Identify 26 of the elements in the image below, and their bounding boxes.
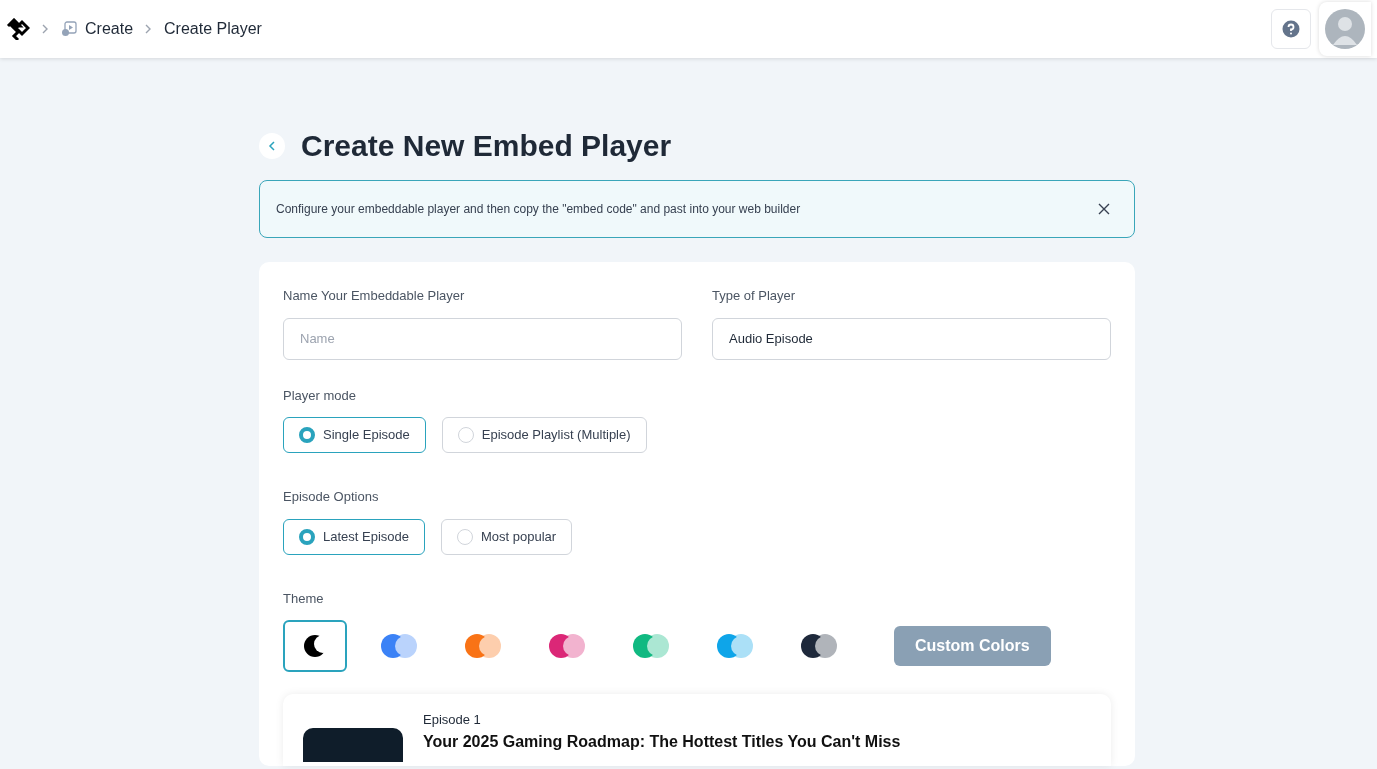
field-label: Episode Options	[283, 488, 380, 506]
radio-option[interactable]: Latest Episode	[283, 518, 425, 555]
breadcrumb-link[interactable]: Create	[85, 17, 134, 41]
radio-option[interactable]: Most popular	[441, 518, 573, 555]
theme-swatch[interactable]	[283, 620, 347, 672]
field-label: Player mode	[283, 386, 357, 405]
name-field[interactable]: Name	[283, 317, 682, 360]
help-button[interactable]	[1271, 9, 1311, 49]
breadcrumb-link[interactable]: Create Player	[164, 17, 262, 41]
info-message: Configure your embeddable player and then copy the "embed code" and past into your web builder	[276, 201, 801, 218]
episode-label: Episode 1	[423, 711, 482, 729]
field-label: Theme	[283, 589, 325, 608]
logo-icon[interactable]	[6, 18, 30, 40]
help-icon	[1282, 20, 1300, 38]
page-title: Create New Embed Player	[301, 128, 672, 164]
close-icon	[1098, 203, 1110, 215]
radio-option[interactable]: Single Episode	[283, 417, 426, 453]
chevron-icon	[145, 24, 153, 34]
chevron-icon	[42, 24, 49, 34]
field-label: Type of Player	[712, 287, 797, 305]
field-label: Name Your Embeddable Player	[283, 287, 466, 305]
close-button[interactable]	[1098, 203, 1110, 215]
radio-option[interactable]: Episode Playlist (Multiple)	[441, 417, 647, 453]
episode-title: Your 2025 Gaming Roadmap: The Hottest Titles You Can't Miss	[423, 731, 901, 751]
player-type-field[interactable]: Audio Episode	[712, 317, 1111, 360]
chevron-icon	[268, 141, 276, 151]
